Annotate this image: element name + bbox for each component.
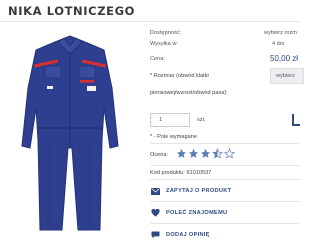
star-empty-icon[interactable] — [224, 148, 235, 159]
quantity-unit: szt. — [197, 117, 206, 123]
product-code-row: Kod produktu: 91010537 — [150, 170, 211, 176]
product-title: NIKA LOTNICZEGO — [8, 4, 136, 18]
divider — [150, 165, 300, 166]
divider — [150, 201, 300, 202]
envelope-icon — [150, 186, 160, 196]
recommend-label: POLEĆ ZNAJOMEMU — [166, 210, 228, 216]
add-review-button[interactable]: DODAJ OPINIĘ — [150, 227, 210, 243]
page-header: NIKA LOTNICZEGO — [0, 0, 300, 22]
divider — [150, 143, 300, 144]
product-code-value: 91010537 — [186, 170, 212, 176]
rating-label: Ocena: — [150, 152, 169, 158]
product-code-label: Kod produktu: — [150, 170, 185, 176]
shipping-value: 4 dni — [272, 41, 285, 47]
size-label-line2: piersiowej/wzrost/obwód pasa): — [150, 90, 228, 96]
star-icon[interactable] — [188, 148, 199, 159]
availability-value: wybierz rozm — [264, 30, 297, 36]
price-label: Cena: — [150, 56, 165, 62]
shipping-label: Wysyłka w: — [150, 41, 178, 47]
ask-question-button[interactable]: ZAPYTAJ O PRODUKT — [150, 183, 231, 199]
size-label-line1: * Rozmiar (obwód klatki — [150, 73, 209, 79]
divider — [150, 223, 300, 224]
heart-icon — [150, 208, 160, 218]
star-half-icon[interactable] — [212, 148, 223, 159]
required-note: * - Pole wymagane — [150, 134, 197, 140]
availability-label: Dostępność: — [150, 30, 182, 36]
size-select[interactable]: wybierz — [270, 68, 304, 84]
price-value: 50,00 zł — [270, 54, 299, 63]
quantity-input[interactable]: 1 — [150, 113, 190, 127]
star-icon[interactable] — [176, 148, 187, 159]
add-review-label: DODAJ OPINIĘ — [166, 232, 210, 238]
rating-stars[interactable] — [176, 148, 235, 159]
divider — [150, 179, 300, 180]
cart-icon[interactable] — [292, 114, 300, 126]
ask-question-label: ZAPYTAJ O PRODUKT — [166, 188, 232, 194]
price-row: Cena: — [150, 56, 165, 62]
chat-bubble-icon — [150, 230, 160, 240]
recommend-button[interactable]: POLEĆ ZNAJOMEMU — [150, 205, 227, 221]
product-image[interactable] — [0, 28, 140, 238]
coverall-image — [21, 35, 119, 231]
shipping-row: Wysyłka w: 4 dni — [150, 41, 300, 47]
availability-row: Dostępność: wybierz rozm — [150, 30, 297, 36]
star-icon[interactable] — [200, 148, 211, 159]
